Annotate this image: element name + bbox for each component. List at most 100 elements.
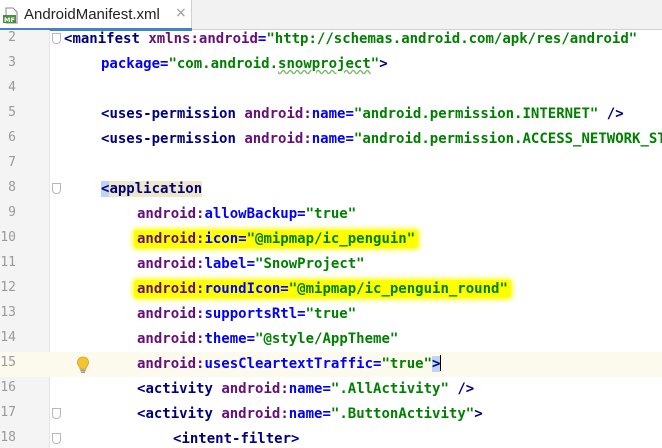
attribute-value: "true"	[305, 306, 357, 322]
line-number: 16	[0, 380, 16, 395]
line-number: 13	[0, 305, 16, 320]
namespace: android:	[244, 106, 312, 122]
code-text: <intent-filter>	[173, 429, 299, 448]
code-line[interactable]: 8 <application	[0, 177, 662, 202]
tag-name: uses-permission	[109, 106, 236, 122]
code-line[interactable]: 4	[0, 77, 662, 102]
equals: =	[246, 331, 256, 347]
code-text: android:icon="@mipmap/ic_penguin"	[134, 229, 419, 249]
tag-name: application	[109, 181, 203, 197]
namespace: android:	[221, 381, 289, 397]
tag-close: >	[474, 406, 483, 422]
attribute-value: "@mipmap/ic_penguin_round"	[288, 281, 508, 297]
manifest-file-icon: MF	[3, 7, 18, 24]
namespace: android:	[137, 206, 205, 222]
code-text: <uses-permission android:name="android.p…	[101, 129, 662, 149]
code-line[interactable]: 14 android:theme="@style/AppTheme"	[0, 327, 662, 352]
tag-close: />	[448, 381, 475, 397]
editor-tab-bar: MF AndroidManifest.xml ×	[0, 0, 662, 31]
line-number: 3	[8, 55, 16, 70]
current-code-line[interactable]: 15 android:usesCleartextTraffic="true">	[0, 352, 662, 377]
text-cursor	[440, 355, 442, 371]
attribute-value-part: "com.android.	[168, 56, 279, 72]
code-text: android:allowBackup="true"	[137, 204, 356, 224]
line-number: 4	[8, 80, 16, 95]
line-number: 17	[0, 405, 16, 420]
yellow-highlight: android:roundIcon="@mipmap/ic_penguin_ro…	[134, 280, 511, 298]
code-text: package="com.android.snowproject">	[101, 54, 388, 74]
namespace: android:	[221, 406, 289, 422]
equals: =	[238, 231, 247, 247]
attribute-value: "true"	[305, 206, 357, 222]
code-line[interactable]: 17 <activity android:name=".ButtonActivi…	[0, 402, 662, 427]
code-line[interactable]: 9 android:allowBackup="true"	[0, 202, 662, 227]
attribute-name: label	[204, 256, 247, 272]
line-number: 8	[8, 180, 16, 195]
equals: =	[345, 131, 354, 147]
namespace: xmlns:	[148, 31, 199, 47]
tag-name: uses-permission	[109, 131, 236, 147]
line-number: 7	[8, 155, 16, 170]
line-number: 9	[8, 205, 16, 220]
yellow-highlight: android:icon="@mipmap/ic_penguin"	[134, 230, 419, 248]
attribute-value: "SnowProject"	[255, 256, 365, 272]
line-number: 11	[0, 255, 16, 270]
lightbulb-icon[interactable]	[75, 356, 91, 374]
code-line[interactable]: 5 <uses-permission android:name="android…	[0, 102, 662, 127]
code-line[interactable]: 3 package="com.android.snowproject">	[0, 52, 662, 77]
attribute-name: package	[101, 56, 161, 72]
equals: =	[280, 281, 289, 297]
line-number: 14	[0, 330, 16, 345]
attribute-name: name	[288, 381, 323, 397]
equals: =	[246, 256, 256, 272]
attribute-value: "http://schemas.android.com/apk/res/andr…	[266, 31, 638, 47]
attribute-name: icon	[204, 231, 239, 247]
tag-name: activity	[145, 381, 213, 397]
close-icon[interactable]: ×	[175, 5, 187, 21]
tag-close: >	[291, 431, 300, 447]
code-text: <activity android:name=".AllActivity" />	[137, 379, 474, 399]
code-line[interactable]: 12 android:roundIcon="@mipmap/ic_penguin…	[0, 277, 662, 302]
fold-marker-icon[interactable]	[52, 183, 61, 194]
attribute-value: ".AllActivity"	[330, 381, 449, 397]
line-number: 18	[0, 430, 16, 445]
namespace: android:	[137, 281, 205, 297]
namespace: android:	[137, 306, 205, 322]
equals: =	[345, 106, 354, 122]
fold-marker-icon[interactable]	[52, 408, 61, 419]
attribute-value-quote: "	[370, 56, 380, 72]
code-text: android:theme="@style/AppTheme"	[137, 329, 398, 349]
code-line[interactable]: 16 <activity android:name=".AllActivity"…	[0, 377, 662, 402]
fold-marker-icon[interactable]	[52, 433, 61, 444]
attribute-name: usesCleartextTraffic	[204, 356, 374, 372]
namespace: android:	[137, 231, 205, 247]
tab-android-manifest[interactable]: MF AndroidManifest.xml ×	[0, 0, 192, 31]
fold-marker-icon[interactable]	[52, 33, 61, 44]
namespace: android:	[137, 356, 205, 372]
attribute-name: allowBackup	[204, 206, 298, 222]
tab-label: AndroidManifest.xml	[24, 6, 160, 23]
line-number: 5	[8, 105, 16, 120]
tag-name: activity	[145, 406, 213, 422]
tag-name: intent-filter	[181, 431, 292, 447]
code-text: android:usesCleartextTraffic="true">	[137, 354, 442, 374]
code-text: android:supportsRtl="true"	[137, 304, 356, 324]
spelling-typo-word[interactable]: snowproject	[278, 56, 371, 72]
code-line[interactable]: 18 <intent-filter>	[0, 427, 662, 448]
attribute-name: name	[311, 131, 346, 147]
code-line[interactable]: 13 android:supportsRtl="true"	[0, 302, 662, 327]
line-number: 15	[0, 355, 16, 370]
code-line[interactable]: 10 android:icon="@mipmap/ic_penguin"	[0, 227, 662, 252]
code-line[interactable]: 11 android:label="SnowProject"	[0, 252, 662, 277]
code-line[interactable]: 7	[0, 152, 662, 177]
namespace: android:	[137, 331, 205, 347]
attribute-name: theme	[204, 331, 247, 347]
tag-close: >	[432, 356, 441, 372]
code-line[interactable]: 6 <uses-permission android:name="android…	[0, 127, 662, 152]
code-text: android:roundIcon="@mipmap/ic_penguin_ro…	[134, 279, 511, 299]
attribute-value: ".ButtonActivity"	[330, 406, 475, 422]
tag-close: >	[379, 56, 388, 72]
tag-name: manifest	[72, 31, 140, 47]
code-line[interactable]: 2 <manifest xmlns:android="http://schema…	[0, 30, 662, 52]
code-editor[interactable]: 2 <manifest xmlns:android="http://schema…	[0, 30, 662, 448]
